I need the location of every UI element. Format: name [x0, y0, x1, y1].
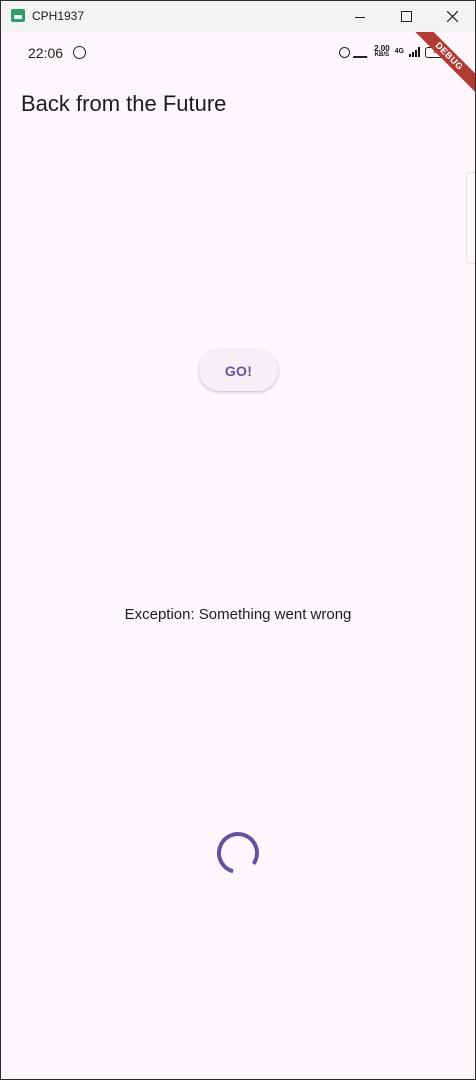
- loading-spinner-icon: [217, 832, 259, 874]
- network-speed-value: 2.00: [374, 44, 390, 53]
- page-title: Back from the Future: [21, 91, 227, 116]
- window-title: CPH1937: [32, 9, 85, 23]
- close-icon: [446, 11, 458, 22]
- maximize-button[interactable]: [383, 1, 429, 32]
- minimize-icon: [355, 17, 365, 18]
- edge-handle[interactable]: [466, 172, 475, 264]
- device-screen: 22:06 2.00 KB/S 4G 6 DEBUG Back from the…: [1, 32, 475, 1079]
- maximize-icon: [400, 11, 412, 22]
- result-text: Exception: Something went wrong: [124, 606, 352, 623]
- network-type: 4G: [394, 48, 404, 55]
- network-speed: 2.00 KB/S: [374, 45, 390, 59]
- app-window: CPH1937 22:06 2.00 KB/S 4G DEBUG Back fr…: [0, 0, 476, 1080]
- alarm-icon: [339, 46, 351, 58]
- app-icon: [11, 9, 25, 22]
- window-titlebar: CPH1937: [1, 1, 475, 32]
- signal-icon: [409, 47, 420, 57]
- close-button[interactable]: [429, 1, 475, 32]
- minimize-button[interactable]: [337, 1, 383, 32]
- go-button[interactable]: GO!: [199, 350, 278, 391]
- whatsapp-icon: [73, 46, 86, 59]
- network-speed-unit: KB/S: [374, 52, 390, 58]
- status-time: 22:06: [28, 45, 64, 61]
- mute-icon: [352, 46, 372, 58]
- status-bar: 22:06 2.00 KB/S 4G 6: [1, 32, 475, 72]
